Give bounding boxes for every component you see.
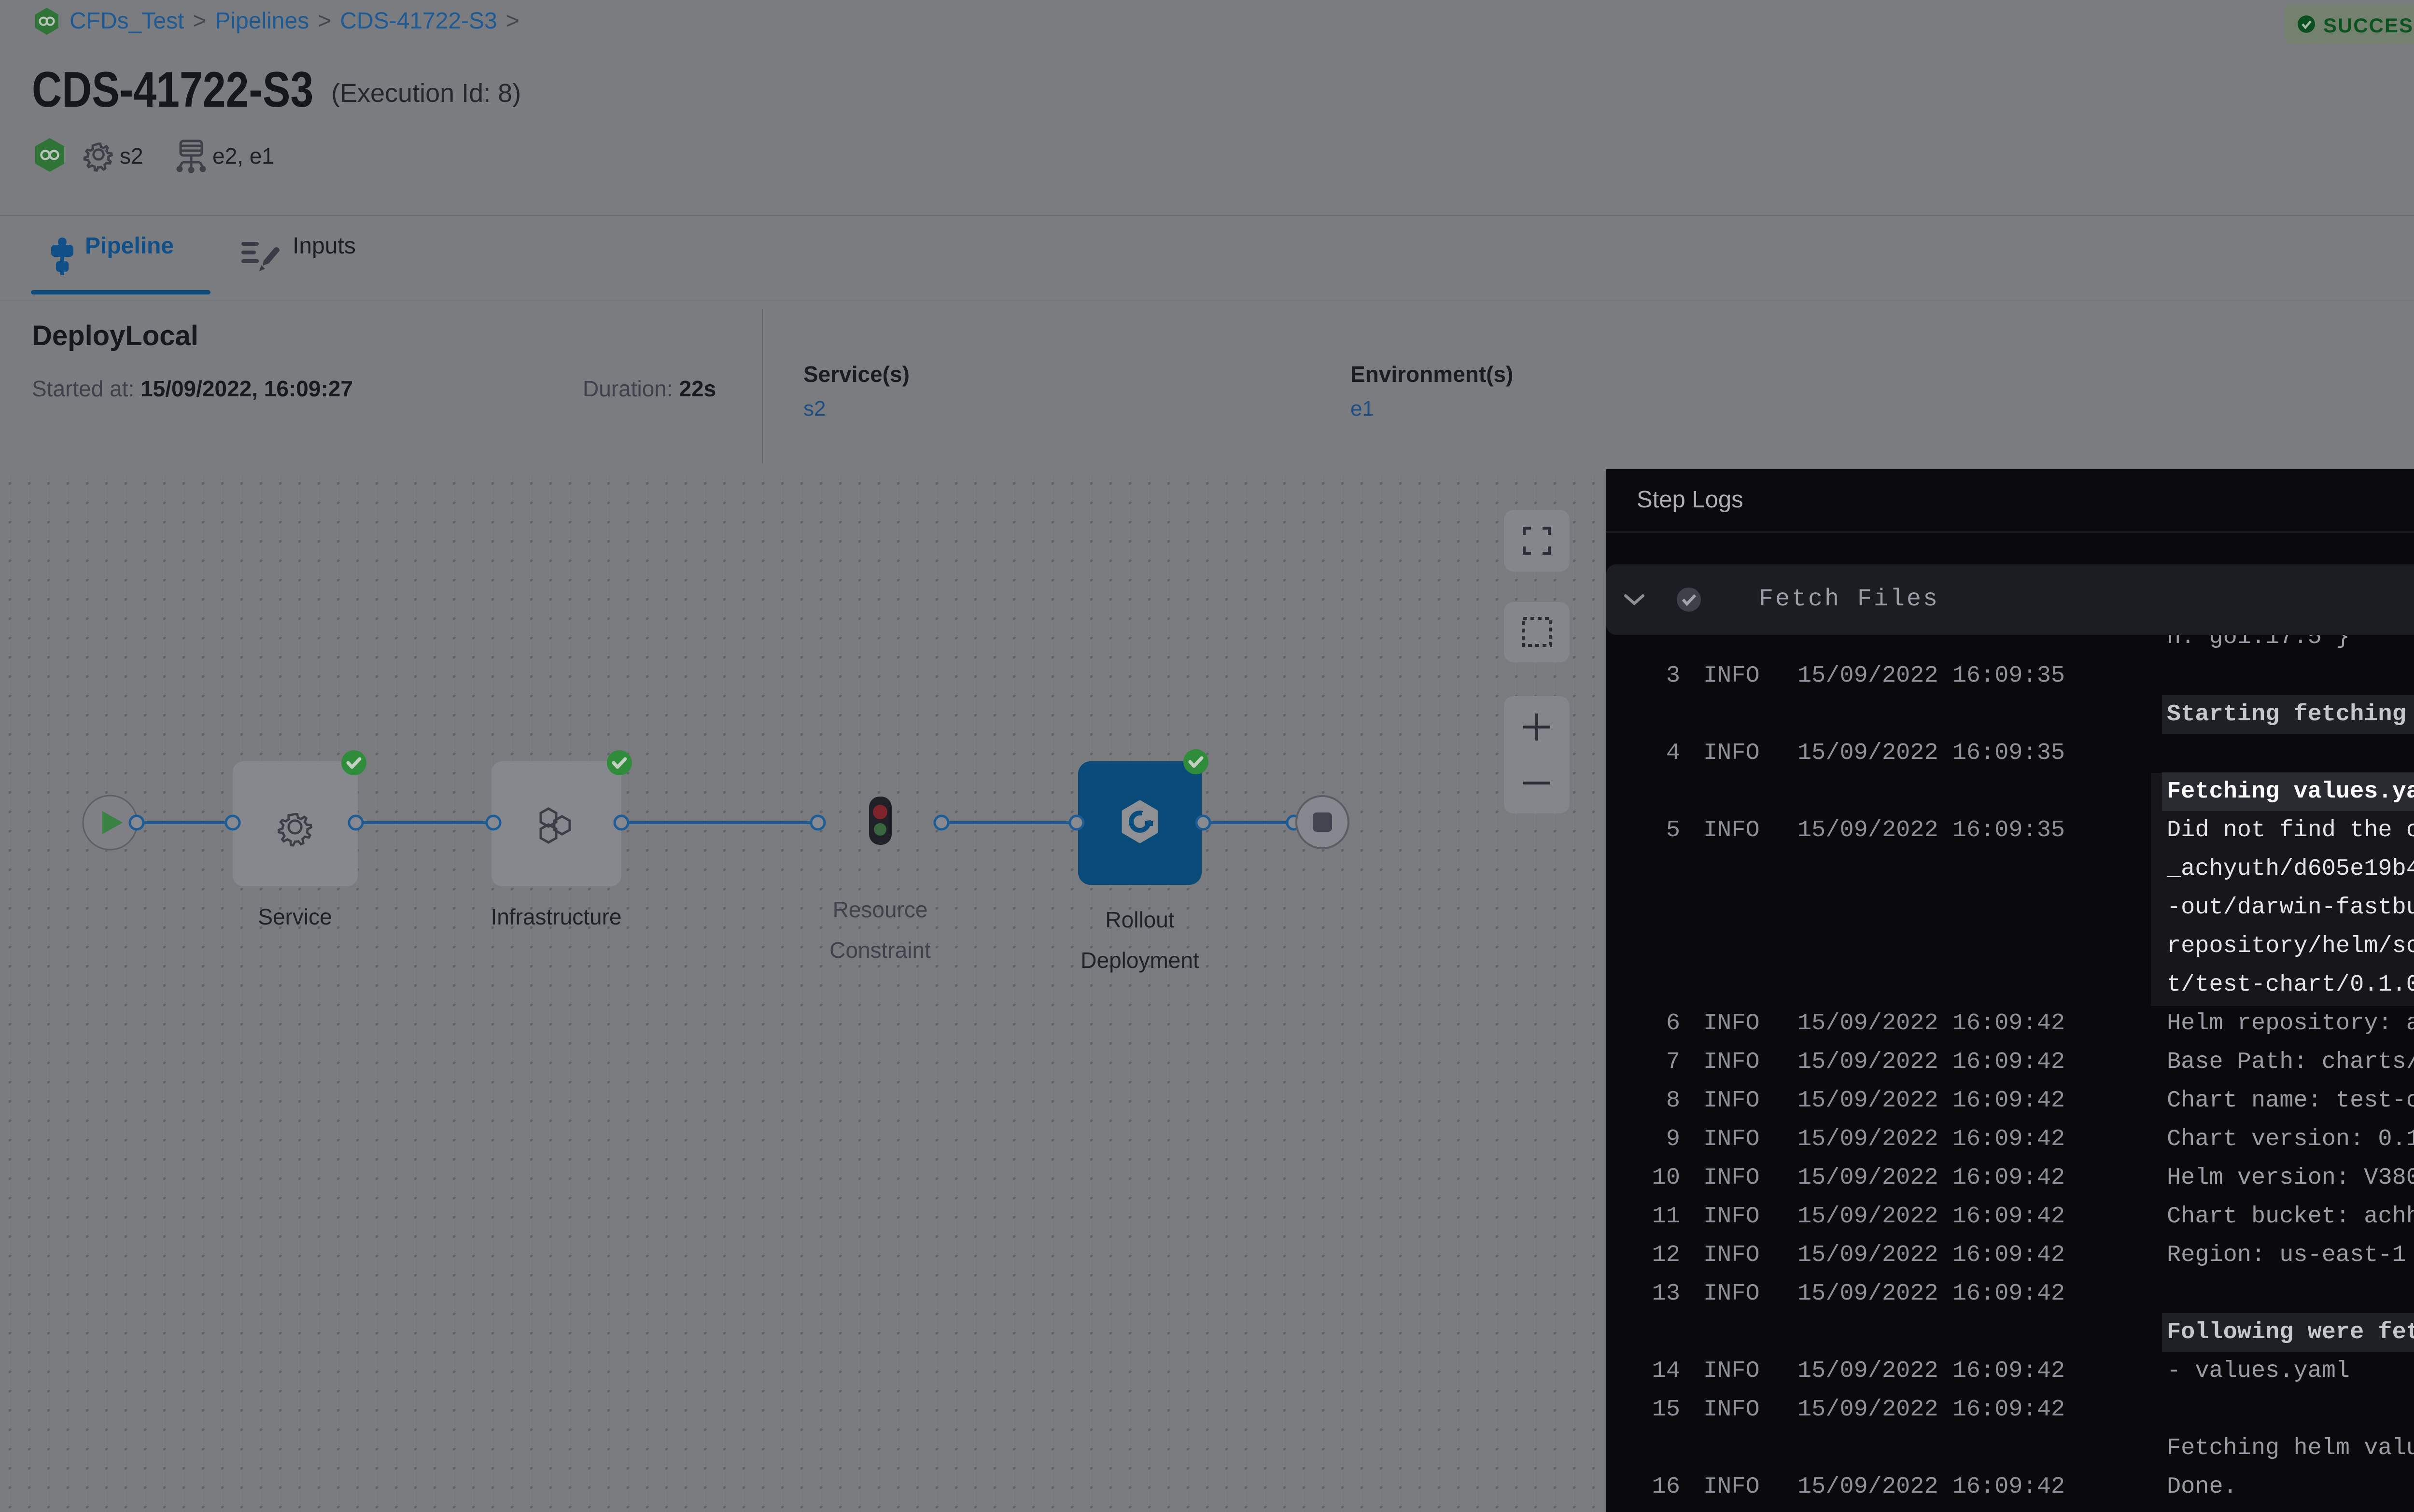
svg-text:Infrastructure: Infrastructure [491,904,622,929]
svg-text:Constraint: Constraint [829,938,931,963]
svg-text:Deployment: Deployment [1081,948,1199,973]
svg-text:Service: Service [258,904,332,929]
svg-text:Resource: Resource [833,897,928,922]
svg-text:Rollout: Rollout [1105,907,1174,932]
